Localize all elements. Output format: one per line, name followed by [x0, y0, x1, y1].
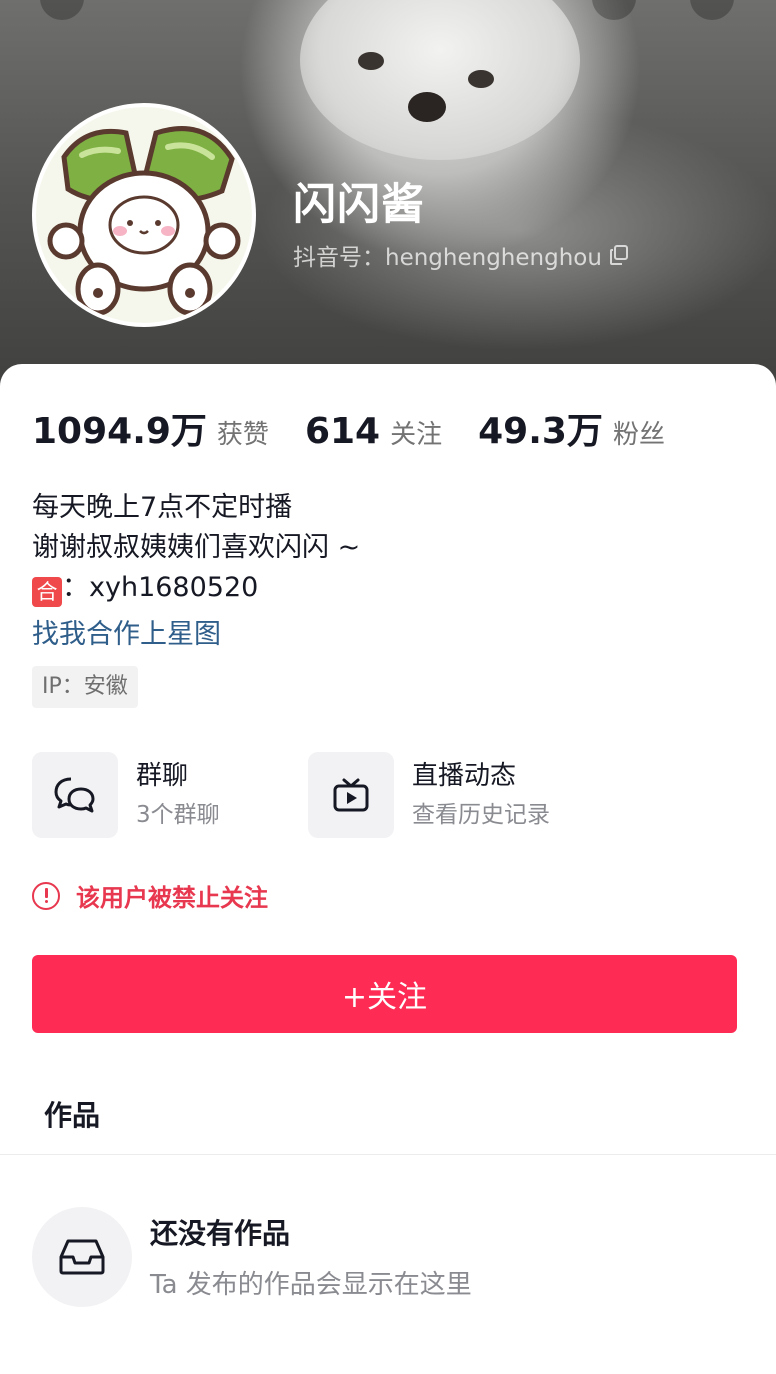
- search-button[interactable]: [592, 0, 636, 20]
- stats-row: 1094.9万 获赞 614 关注 49.3万 粉丝: [32, 402, 701, 454]
- banner-dog-nose: [408, 92, 446, 122]
- entry-title: 群聊: [136, 761, 189, 791]
- live-history-entry[interactable]: 直播动态 查看历史记录: [308, 752, 550, 838]
- bio-contact: ：xyh1680520: [62, 572, 259, 603]
- profile-card: 1094.9万 获赞 614 关注 49.3万 粉丝 每天晚上7点不定时播 谢谢…: [0, 364, 776, 1374]
- tab-works[interactable]: 作品: [44, 1094, 100, 1134]
- banner-dog-eye: [468, 70, 494, 88]
- bio: 每天晚上7点不定时播 谢谢叔叔姨姨们喜欢闪闪 ~ 合：xyh1680520: [32, 488, 360, 608]
- chat-bubbles-icon: [32, 752, 118, 838]
- back-button[interactable]: [40, 0, 84, 20]
- empty-state-subtitle: Ta 发布的作品会显示在这里: [150, 1270, 472, 1300]
- banner-dog-eye: [358, 52, 384, 70]
- stat-value: 1094.9万: [32, 411, 207, 452]
- live-history-text: 直播动态 查看历史记录: [412, 758, 550, 832]
- more-button[interactable]: [690, 0, 734, 20]
- empty-state-title: 还没有作品: [150, 1217, 291, 1250]
- stat-label: 关注: [390, 420, 443, 450]
- entry-subtitle: 查看历史记录: [412, 802, 550, 828]
- bio-contact-line: 合：xyh1680520: [32, 568, 360, 608]
- follow-banned-notice: 该用户被禁止关注: [32, 878, 268, 913]
- cooperation-badge: 合: [32, 577, 62, 607]
- group-chat-entry[interactable]: 群聊 3个群聊: [32, 752, 220, 838]
- divider: [0, 1154, 776, 1155]
- stat-value: 49.3万: [478, 411, 603, 452]
- stat-label: 获赞: [216, 420, 269, 450]
- stat-following[interactable]: 614 关注: [305, 411, 442, 452]
- follow-button[interactable]: +关注: [32, 955, 737, 1033]
- douyin-id: 抖音号：henghenghenghou: [293, 238, 628, 272]
- banner-dog-photo: [300, 0, 580, 160]
- douyin-id-text: 抖音号：henghenghenghou: [293, 245, 602, 271]
- exclamation-circle-icon: [32, 881, 60, 910]
- copy-icon[interactable]: [609, 245, 628, 265]
- stat-label: 粉丝: [612, 420, 665, 450]
- nickname: 闪闪酱: [293, 180, 425, 230]
- inbox-tray-icon: [32, 1207, 132, 1307]
- group-chat-text: 群聊 3个群聊: [136, 758, 220, 832]
- avatar-illustration: [36, 107, 252, 323]
- avatar[interactable]: [32, 103, 256, 327]
- entry-subtitle: 3个群聊: [136, 802, 220, 828]
- ip-location-tag: IP：安徽: [32, 666, 138, 708]
- bio-line: 谢谢叔叔姨姨们喜欢闪闪 ~: [32, 532, 361, 563]
- entry-title: 直播动态: [412, 761, 517, 791]
- xingtu-cooperation-link[interactable]: 找我合作上星图: [32, 612, 221, 651]
- tv-icon: [308, 752, 394, 838]
- stat-value: 614: [304, 411, 381, 452]
- bio-line: 每天晚上7点不定时播: [32, 492, 293, 523]
- stat-likes: 1094.9万 获赞: [32, 402, 269, 454]
- notice-text: 该用户被禁止关注: [76, 884, 268, 912]
- stat-followers[interactable]: 49.3万 粉丝: [478, 402, 665, 454]
